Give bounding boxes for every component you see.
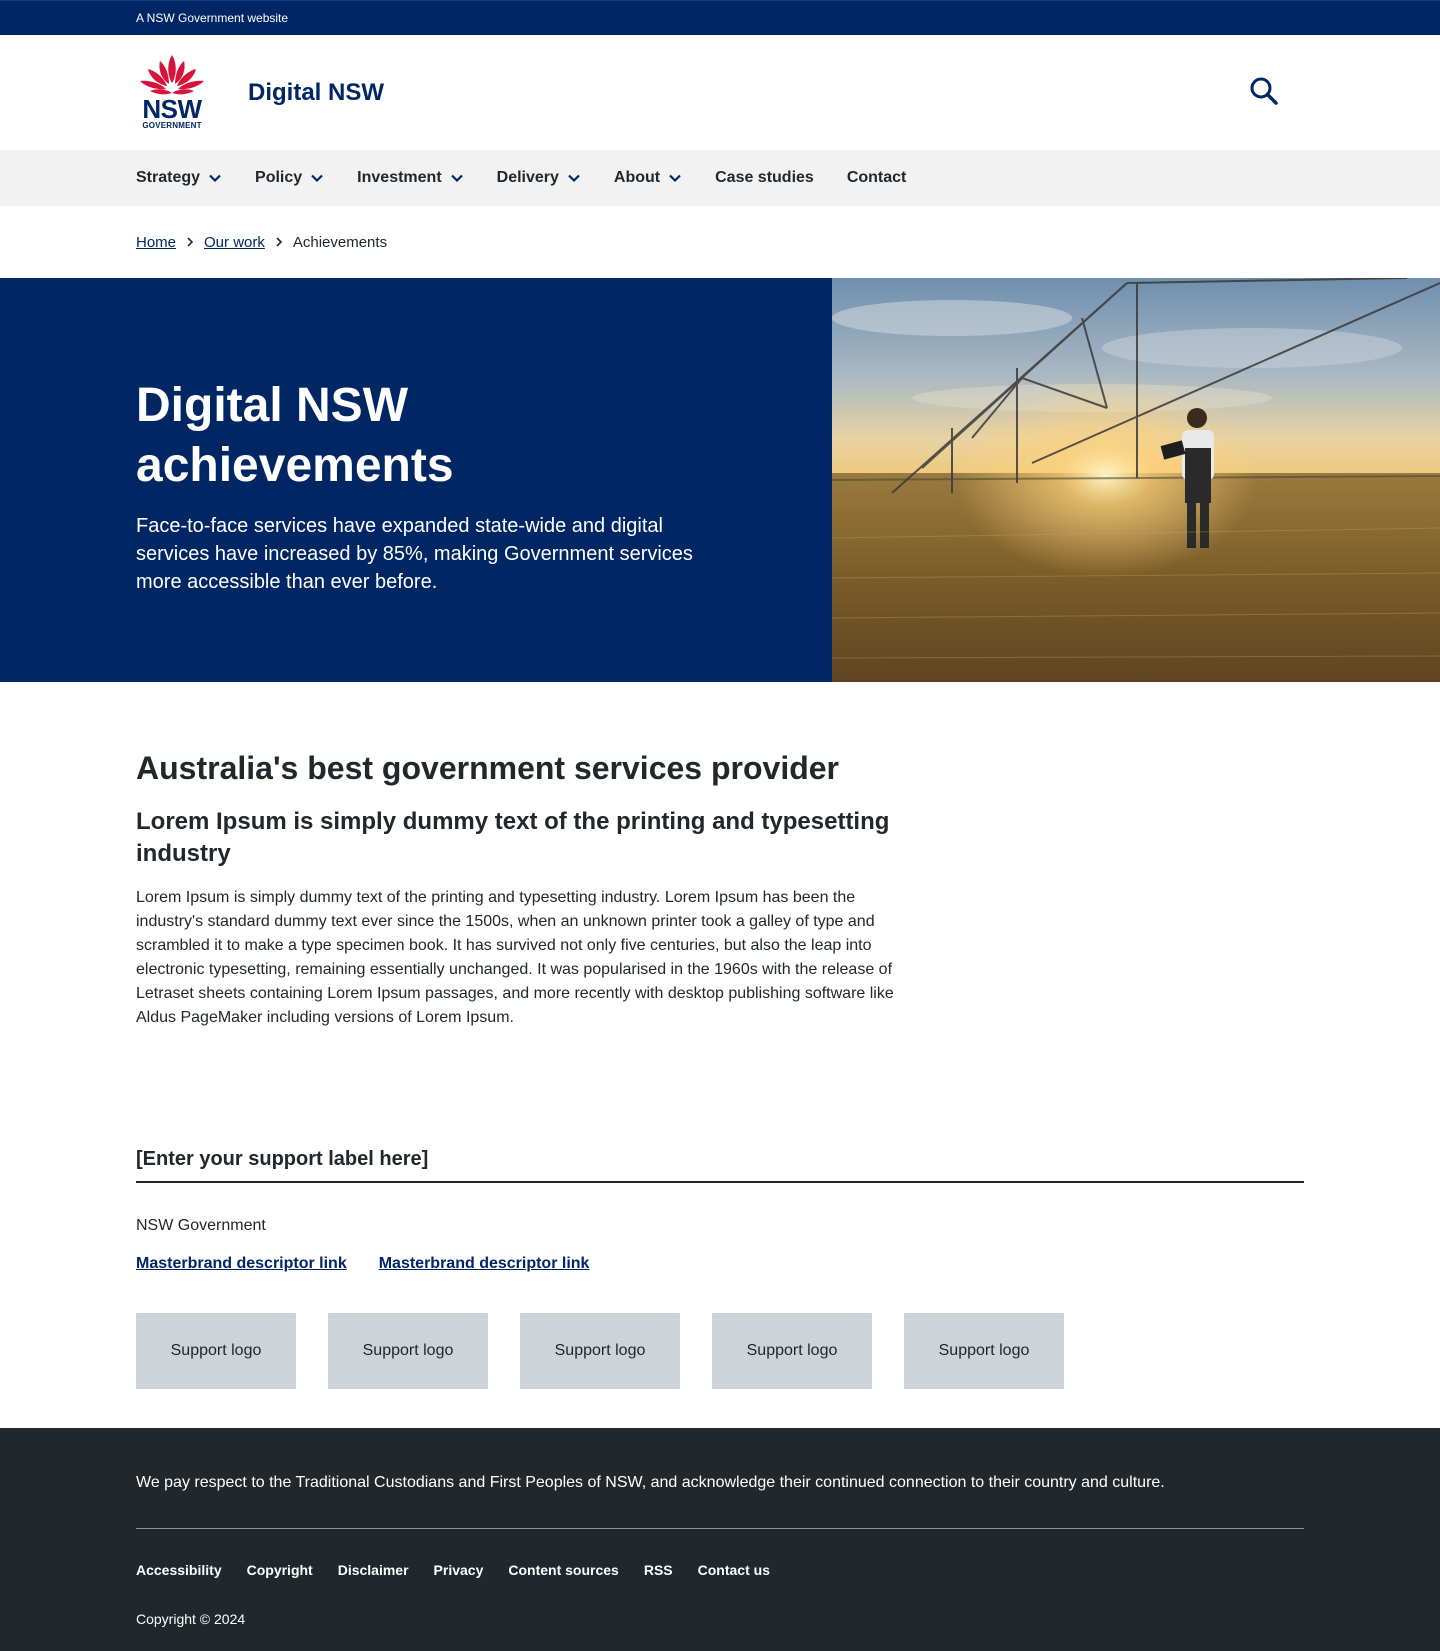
nav-item-case-studies[interactable]: Case studies — [715, 169, 814, 187]
nav-item-label: About — [613, 169, 661, 186]
search-icon — [1250, 77, 1278, 105]
content-subheading: Lorem Ipsum is simply dummy text of the … — [136, 808, 890, 867]
breadcrumb-home[interactable]: Home — [136, 234, 176, 251]
nav-item-about[interactable]: About — [614, 169, 682, 187]
support-logo[interactable]: Support logo — [136, 1313, 296, 1389]
hero-banner: Digital NSW achievements Face-to-face se… — [0, 278, 1440, 682]
logo-wordmark: NSW — [142, 93, 202, 124]
nav-item-contact[interactable]: Contact — [847, 169, 907, 187]
support-logo[interactable]: Support logo — [520, 1313, 680, 1389]
hero-image — [832, 278, 1440, 682]
hero-intro: Face-to-face services have expanded stat… — [136, 515, 693, 593]
breadcrumb: Home Our work Achievements — [0, 206, 1440, 278]
nav-item-label: Strategy — [136, 169, 201, 186]
footer-link-contact-us[interactable]: Contact us — [698, 1562, 770, 1578]
search-button[interactable] — [1248, 75, 1280, 107]
nav-item-label: Contact — [846, 169, 907, 186]
nav-item-label: Delivery — [496, 169, 559, 186]
nsw-government-logo[interactable]: NSW GOVERNMENT — [136, 53, 208, 133]
main-navigation: Strategy Policy Investment Delivery About Cas… — [0, 150, 1440, 206]
content-body: Lorem Ipsum is simply dummy text of the … — [136, 889, 894, 1026]
masthead: A NSW Government website — [0, 0, 1440, 35]
support-logo[interactable]: Support logo — [904, 1313, 1064, 1389]
nav-item-label: Investment — [357, 169, 442, 186]
acknowledgement-of-country: We pay respect to the Traditional Custod… — [136, 1428, 1304, 1529]
nav-item-policy[interactable]: Policy — [255, 169, 324, 187]
hero-title: Digital NSW achievements — [136, 379, 454, 492]
footer-link-rss[interactable]: RSS — [644, 1562, 673, 1578]
content-heading: Australia's best government services pro… — [136, 750, 839, 786]
support-section: [Enter your support label here] NSW Gove… — [0, 1030, 1440, 1389]
copyright-text: Copyright © 2024 — [136, 1611, 246, 1627]
footer-link-disclaimer[interactable]: Disclaimer — [338, 1562, 409, 1578]
site-title[interactable]: Digital NSW — [248, 79, 384, 107]
footer-link-privacy[interactable]: Privacy — [434, 1562, 484, 1578]
hero-text: Digital NSW achievements Face-to-face se… — [0, 278, 832, 682]
footer-links: Accessibility Copyright Disclaimer Privacy C… — [136, 1562, 1304, 1578]
chevron-down-icon — [311, 174, 323, 183]
support-links: Masterbrand descriptor link Masterbrand … — [136, 1255, 1304, 1273]
nav-item-delivery[interactable]: Delivery — [497, 169, 581, 187]
chevron-down-icon — [209, 174, 221, 183]
masterbrand-link[interactable]: Masterbrand descriptor link — [379, 1255, 590, 1273]
nav-item-label: Policy — [255, 169, 303, 186]
support-logo[interactable]: Support logo — [328, 1313, 488, 1389]
chevron-down-icon — [450, 174, 463, 183]
logo-subtext: GOVERNMENT — [142, 120, 202, 130]
masthead-text: A NSW Government website — [136, 11, 289, 25]
footer-link-accessibility[interactable]: Accessibility — [136, 1562, 222, 1578]
nav-item-strategy[interactable]: Strategy — [136, 169, 222, 187]
chevron-right-icon — [187, 237, 194, 247]
support-logos: Support logo Support logo Support logo S… — [136, 1313, 1304, 1389]
waratah-icon — [140, 54, 204, 94]
nav-item-investment[interactable]: Investment — [357, 169, 463, 187]
main-content: Australia's best government services pro… — [0, 682, 1440, 1030]
chevron-down-icon — [669, 174, 681, 183]
farmer-wheat-field-image — [832, 278, 1440, 682]
masterbrand-link[interactable]: Masterbrand descriptor link — [136, 1255, 347, 1273]
breadcrumb-our-work[interactable]: Our work — [204, 234, 265, 251]
support-org: NSW Government — [136, 1217, 266, 1234]
footer-link-content-sources[interactable]: Content sources — [508, 1562, 618, 1578]
site-footer: We pay respect to the Traditional Custod… — [0, 1428, 1440, 1651]
support-logo[interactable]: Support logo — [712, 1313, 872, 1389]
site-header: NSW GOVERNMENT Digital NSW — [0, 35, 1440, 150]
footer-link-copyright[interactable]: Copyright — [247, 1562, 313, 1578]
chevron-down-icon — [568, 174, 580, 183]
chevron-right-icon — [276, 237, 282, 247]
nav-item-label: Case studies — [715, 169, 814, 186]
breadcrumb-current: Achievements — [292, 233, 388, 251]
support-label: [Enter your support label here] — [136, 1148, 1304, 1183]
